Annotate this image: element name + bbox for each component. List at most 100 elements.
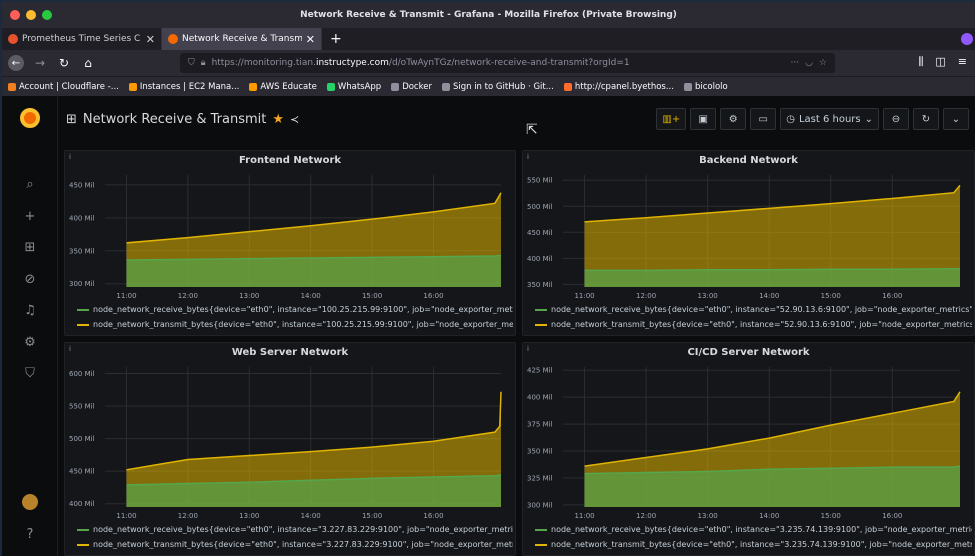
page-actions-icon[interactable]: ··· <box>790 58 799 68</box>
y-tick-label: 375 Mil <box>527 421 553 429</box>
legend-item[interactable]: node_network_transmit_bytes{device="eth0… <box>65 540 513 549</box>
area-chart: 300 Mil 350 Mil 400 Mil 450 Mil 11:00 12:00 13… <box>69 175 502 300</box>
reload-button[interactable]: ↻ <box>56 55 72 71</box>
dashboards-grid-icon[interactable]: ⊞ <box>22 239 38 255</box>
minimize-window-button[interactable] <box>26 10 36 20</box>
x-tick-label: 16:00 <box>882 512 902 520</box>
home-button[interactable]: ⌂ <box>80 55 96 71</box>
bookmark-item[interactable]: Instances | EC2 Mana... <box>128 82 239 92</box>
bookmark-item[interactable]: Docker <box>391 82 432 92</box>
panel-title[interactable]: CI/CD Server Network <box>523 347 974 358</box>
legend-label: node_network_transmit_bytes{device="eth0… <box>93 320 513 329</box>
legend-swatch <box>77 528 89 531</box>
sidebar-toggle-icon[interactable]: ◫ <box>935 55 945 69</box>
receive-series-area <box>584 268 960 287</box>
bookmark-item[interactable]: bicololo <box>683 81 728 92</box>
x-tick-label: 13:00 <box>698 292 718 300</box>
library-icon[interactable]: ⫼ <box>918 55 923 69</box>
new-tab-button[interactable]: + <box>322 28 350 50</box>
close-window-button[interactable] <box>10 10 20 20</box>
x-tick-label: 16:00 <box>882 292 902 300</box>
legend-item[interactable]: node_network_receive_bytes{device="eth0"… <box>523 525 972 534</box>
panel-title[interactable]: Web Server Network <box>65 347 515 358</box>
create-plus-icon[interactable]: + <box>22 208 38 224</box>
close-tab-icon[interactable]: ✕ <box>306 33 315 46</box>
refresh-button[interactable]: ↻ <box>913 108 939 130</box>
help-icon[interactable]: ? <box>22 526 38 542</box>
mouse-cursor-icon: ⇱ <box>526 122 538 138</box>
y-tick-label: 550 Mil <box>527 177 553 185</box>
chevron-down-icon: ⌄ <box>864 113 873 125</box>
bookmark-favicon-icon <box>249 82 258 91</box>
pocket-icon[interactable]: ◡ <box>805 58 813 68</box>
alerting-bell-icon[interactable]: ♫ <box>22 302 38 318</box>
y-tick-label: 500 Mil <box>69 435 95 443</box>
bookmark-item[interactable]: http://cpanel.byethos... <box>563 82 674 92</box>
cycle-view-mode-button[interactable]: ▭ <box>750 108 777 130</box>
x-tick-label: 13:00 <box>239 512 259 520</box>
bookmark-item[interactable]: Account | Cloudflare -... <box>8 82 119 92</box>
bookmark-item[interactable]: WhatsApp <box>326 81 382 92</box>
legend-item[interactable]: node_network_transmit_bytes{device="eth0… <box>65 320 513 329</box>
area-chart: 300 Mil 325 Mil 350 Mil 375 Mil 400 Mil 425 M… <box>527 367 961 520</box>
legend-item[interactable]: node_network_receive_bytes{device="eth0"… <box>65 525 513 534</box>
panel-title[interactable]: Backend Network <box>523 155 974 166</box>
dashboard-settings-button[interactable]: ⚙ <box>720 108 747 130</box>
y-tick-label: 300 Mil <box>69 280 95 288</box>
add-panel-button[interactable]: ▥+ <box>656 108 687 130</box>
graph-panel[interactable]: i CI/CD Server Network 300 Mil 325 Mil 350 M… <box>522 342 975 556</box>
refresh-interval-button[interactable]: ⌄ <box>943 108 969 130</box>
grafana-logo-icon[interactable] <box>20 108 40 128</box>
x-tick-label: 16:00 <box>423 292 443 300</box>
bookmark-label: WhatsApp <box>337 81 382 92</box>
x-tick-label: 15:00 <box>821 512 841 520</box>
bookmark-favicon-icon <box>128 82 137 91</box>
tab-label: Prometheus Time Series C <box>22 34 141 44</box>
save-dashboard-button[interactable]: ▣ <box>690 108 717 130</box>
panel-title[interactable]: Frontend Network <box>65 155 515 166</box>
dashboard-title[interactable]: Network Receive & Transmit <box>83 112 266 127</box>
bookmark-favicon-icon <box>563 82 572 91</box>
back-button[interactable]: ← <box>8 55 24 71</box>
url-bar[interactable]: ⛉ 🔒︎ https://monitoring.tian.instructype… <box>180 53 835 73</box>
graph-panel[interactable]: i Web Server Network 400 Mil 450 Mil 500 Mil… <box>64 342 516 556</box>
time-picker-button[interactable]: ◷ Last 6 hours ⌄ <box>780 108 879 130</box>
bookmark-favicon-icon <box>683 82 692 91</box>
user-avatar[interactable] <box>22 494 38 510</box>
y-tick-label: 350 Mil <box>527 281 553 289</box>
graph-panel[interactable]: i Backend Network 350 Mil 400 Mil 450 Mil 500… <box>522 150 975 336</box>
x-tick-label: 13:00 <box>239 292 259 300</box>
legend-item[interactable]: node_network_receive_bytes{device="eth0"… <box>523 305 972 314</box>
window-title: Network Receive & Transmit - Grafana - M… <box>300 10 677 20</box>
close-tab-icon[interactable]: ✕ <box>146 33 155 46</box>
menu-icon[interactable]: ≡ <box>958 55 967 69</box>
y-tick-label: 300 Mil <box>527 501 553 509</box>
x-tick-label: 12:00 <box>636 292 656 300</box>
share-icon[interactable]: ≺ <box>290 113 299 126</box>
explore-compass-icon[interactable]: ⊘ <box>22 271 38 287</box>
tab-grafana[interactable]: Network Receive & Transmi ✕ <box>162 28 322 50</box>
forward-button[interactable]: → <box>32 55 48 71</box>
bookmark-label: bicololo <box>694 81 728 92</box>
configuration-gear-icon[interactable]: ⚙ <box>22 334 38 350</box>
x-tick-label: 15:00 <box>821 292 841 300</box>
legend-item[interactable]: node_network_transmit_bytes{device="eth0… <box>523 540 972 549</box>
maximize-window-button[interactable] <box>42 10 52 20</box>
tab-prometheus[interactable]: Prometheus Time Series C ✕ <box>2 28 162 50</box>
favorite-star-icon[interactable]: ★ <box>272 112 284 127</box>
legend-label: node_network_transmit_bytes{device="eth0… <box>551 320 972 329</box>
legend-item[interactable]: node_network_receive_bytes{device="eth0"… <box>65 305 513 314</box>
zoom-out-button[interactable]: ⊖ <box>883 108 909 130</box>
x-tick-label: 11:00 <box>574 512 594 520</box>
bookmark-item[interactable]: AWS Educate <box>249 82 317 92</box>
bookmark-star-icon[interactable]: ☆ <box>819 58 827 68</box>
server-admin-shield-icon[interactable]: ⛉ <box>22 365 38 381</box>
search-icon[interactable]: ⌕ <box>22 176 38 192</box>
lock-icon[interactable]: 🔒︎ <box>201 58 206 68</box>
bookmark-item[interactable]: Sign in to GitHub · Git... <box>441 82 554 92</box>
shield-icon[interactable]: ⛉ <box>188 58 195 68</box>
y-tick-label: 400 Mil <box>69 500 95 508</box>
graph-panel[interactable]: i Frontend Network 300 Mil 350 Mil 400 Mil 45… <box>64 150 516 336</box>
legend-item[interactable]: node_network_transmit_bytes{device="eth0… <box>523 320 972 329</box>
legend-label: node_network_receive_bytes{device="eth0"… <box>551 525 972 534</box>
